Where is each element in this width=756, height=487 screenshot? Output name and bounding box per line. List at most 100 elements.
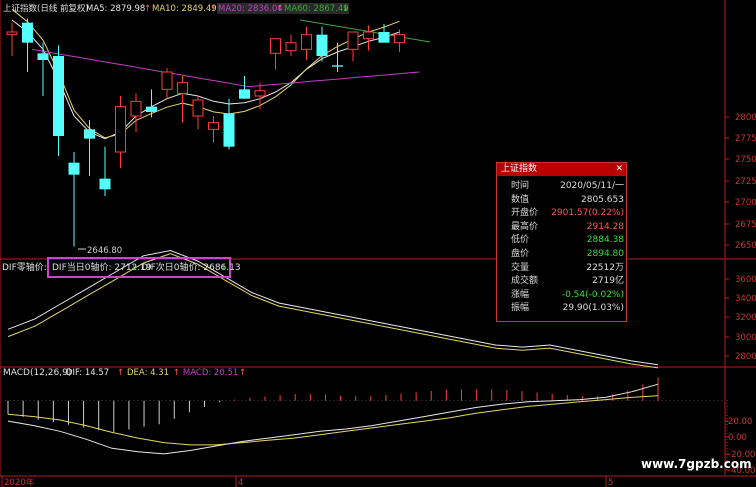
candle-body [254,90,266,97]
tooltip-row: 盘价 2894.80 [497,248,628,261]
date-label: 5 [608,478,613,487]
tooltip-value: 2884.38 [586,235,624,246]
tooltip-value: 2805.653 [581,194,624,205]
tooltip-key: 盘价 [511,249,530,259]
tooltip-key: 时间 [511,181,530,191]
price-tick-label: 2650 [735,241,756,251]
tooltip-value: -0.54(-0.02%) [561,289,624,300]
close-icon[interactable]: ✕ [615,163,623,176]
ma-legend-arrow: ↑ [210,4,217,14]
candle-body [6,31,18,36]
tooltip-key: 涨幅 [511,289,530,300]
tooltip-row: 振幅 29.90(1.03%) [497,302,628,315]
tooltip-row: 开盘价 2901.57(0.22%) [497,207,628,220]
candle-body [22,22,33,43]
dif-panel-title: DIF零轴价: [2,261,47,273]
tooltip-row: 涨幅 -0.54(-0.02%) [497,289,628,302]
price-tick-label: 2775 [735,134,756,144]
candle-body [394,34,405,44]
tooltip-key: 振幅 [511,303,530,314]
macd-legend: DIF: 14.57 ↑ DEA: 4.31 ↑ MACD: 20.51 ↑ [66,368,246,378]
tooltip-key: 最高价 [511,221,539,232]
tooltip-header[interactable]: 上证指数 ✕ [497,163,626,176]
low-annotation: 2646.80 [87,246,122,256]
quote-tooltip[interactable]: 上证指数 ✕ 时间 2020/05/11/一数值 2805.653 开盘价 2901.5… [496,162,627,322]
ma10-line [11,8,400,139]
tooltip-value: 2894.80 [586,249,624,259]
tooltip-value: 22512万 [586,262,624,273]
tooltip-value: 2719亿 [592,276,624,287]
price-tick-label: 2675 [735,220,756,230]
tooltip-value: 29.90(1.03%) [562,303,624,314]
candle-body [285,42,297,52]
tooltip-row: 成交额 2719亿 [497,275,628,288]
candle-body [84,129,95,139]
ma-legend-label: MA10: 2849.49 [152,4,217,14]
candle-body [332,65,343,67]
candle-body [146,106,157,112]
candle-body [208,122,219,130]
ma20-line [31,48,420,88]
candle-body [239,89,250,99]
ma-legend-label: MA20: 2836.04 [218,4,283,14]
price-tick-label: 2700 [735,198,756,208]
macd-legend-label: DIF: 14.57 [66,368,109,378]
price-tick-label: 2750 [735,155,756,165]
candle-body [99,178,111,190]
tooltip-key: 成交额 [511,276,539,287]
dif-tick-label: 3000 [735,333,756,343]
dif-tick-label: 3400 [735,294,756,304]
candle-body [363,31,374,40]
candle-body [177,82,188,94]
tooltip-row: 时间 2020/05/11/一 [497,180,628,193]
candlestick-series[interactable] [6,18,405,247]
ma-legend: MA5: 2879.98↑ MA10: 2849.49↑ MA20: 2836.04… [86,3,349,14]
tooltip-row: 交量 22512万 [497,262,628,275]
ma-legend-arrow: ↑ [276,4,283,14]
tooltip-row: 最高价 2914.28 [497,221,628,234]
tooltip-value: 2901.57(0.22%) [551,208,624,219]
candle-body [270,38,281,54]
main-title: 上证指数(日线 前复权) [3,3,89,14]
stock-chart[interactable]: 2800 2775 2750 2725 2700 2675 2650 3600 3400 3200… [0,0,756,487]
dif-today-arrow: ↓ [130,263,138,273]
macd-legend-label: DEA: 4.31 [127,368,169,378]
tooltip-row: 低价 2884.38 [497,234,628,247]
dif-tick-label: 3600 [735,275,756,285]
candle-body [68,162,80,175]
macd-legend-arrow: ↑ [117,368,124,378]
tooltip-key: 开盘价 [511,208,539,219]
macd-tick-label: 20.00 [728,417,752,427]
dif-tick-label: 3200 [735,313,756,323]
candle-body [378,32,390,43]
tooltip-value: 2914.28 [586,221,624,232]
tooltip-key: 数值 [511,194,530,205]
ma-legend-arrow: ↓ [342,4,349,14]
tooltip-key: 交量 [511,262,530,273]
tooltip-key: 低价 [511,235,530,246]
moving-average-lines [11,8,431,140]
macd-legend-arrow: ↑ [239,368,246,378]
price-tick-label: 2725 [735,177,756,187]
candle-body [161,71,173,90]
dif-next-arrow: ↓ [220,263,228,273]
candle-body [37,53,49,60]
candle-body [53,56,64,136]
axis-labels: 2800 2775 2750 2725 2700 2675 2650 3600 3400 3200… [1,113,756,487]
candle-body [130,100,142,117]
macd-title: MACD(12,26,9) [3,368,71,378]
macd-legend-label: MACD: 20.51 [183,368,238,378]
candle-body [301,34,312,50]
date-label: 4 [238,478,243,487]
macd-legend-arrow: ↑ [173,368,180,378]
candle-body [223,113,235,147]
ma-legend-label: MA60: 2867.49 [284,4,349,14]
macd-dea-line [7,395,659,446]
tooltip-value: 2020/05/11/一 [560,181,624,191]
ma-legend-label: MA5: 2879.98 [86,4,145,14]
candle-body [115,106,126,153]
dif-tick-label: 2800 [735,352,756,362]
date-label: 2020年 [4,477,35,487]
candle-body [192,99,204,117]
watermark: www.7gpzb.com [641,457,752,471]
